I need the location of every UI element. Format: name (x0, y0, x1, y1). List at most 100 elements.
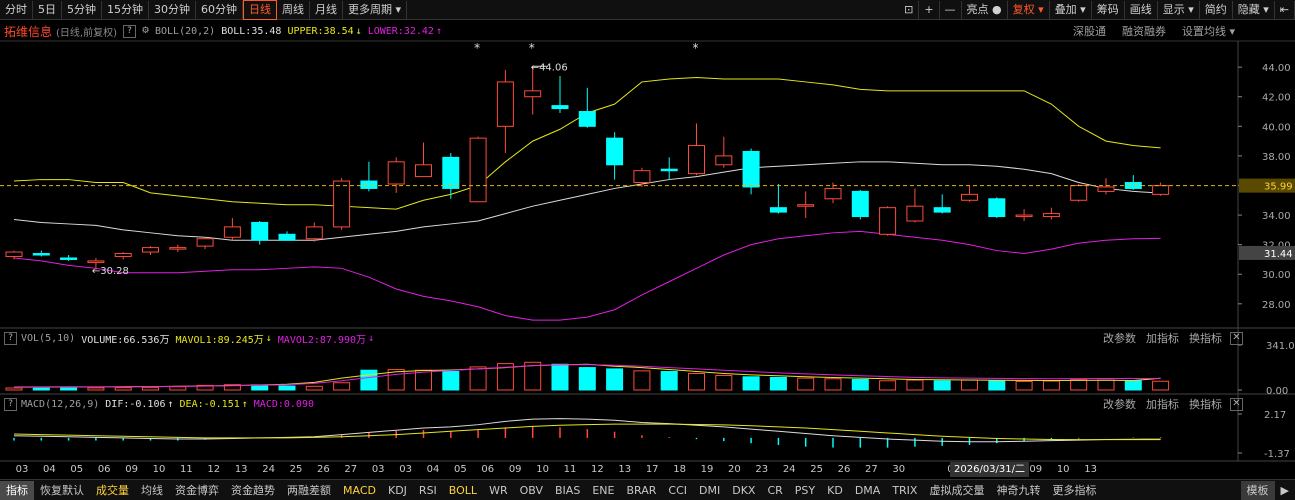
vol-close-icon[interactable]: ✕ (1230, 331, 1243, 345)
candle-body (333, 180, 351, 228)
scroll-right-icon[interactable]: ▶ (1275, 481, 1295, 500)
indicator-tab-24[interactable]: 虚拟成交量 (923, 481, 990, 500)
candle-body (524, 90, 542, 98)
volume-bar (879, 380, 897, 391)
indicator-tab-11[interactable]: WR (483, 481, 514, 500)
indicator-tab-25[interactable]: 神奇九转 (990, 481, 1046, 500)
indicator-tab-20[interactable]: PSY (789, 481, 821, 500)
volume-bar (142, 386, 159, 391)
indicator-tab-15[interactable]: BRAR (620, 481, 662, 500)
candle-body (251, 221, 269, 241)
macd-axis-label: -1.37 (1264, 449, 1290, 460)
volume-bar (169, 386, 187, 391)
min-price-label: ←30.28 (92, 266, 129, 277)
indicator-tab-10[interactable]: BOLL (443, 481, 483, 500)
date-label: 05 (454, 464, 467, 475)
volume-bar (1070, 379, 1088, 391)
volume-bar (469, 366, 487, 391)
indicator-tab-4[interactable]: 资金博弈 (169, 481, 225, 500)
indicator-tab-18[interactable]: DKX (726, 481, 761, 500)
price-tick-label: 40.00 (1262, 122, 1291, 133)
macd-help-icon[interactable]: ? (4, 397, 17, 411)
date-label: 12 (591, 464, 604, 475)
date-label: 13 (234, 464, 248, 475)
vol-indicator-name[interactable]: VOL(5,10) (21, 333, 75, 344)
candle-body (851, 190, 869, 218)
template-tab[interactable]: 模板 (1240, 480, 1275, 500)
indicator-tab-22[interactable]: DMA (849, 481, 887, 500)
indicator-tab-13[interactable]: BIAS (549, 481, 586, 500)
candle-body (278, 233, 296, 241)
date-label: 11 (180, 464, 193, 475)
candle-body (988, 198, 1006, 218)
price-tick-label: 30.00 (1262, 270, 1291, 281)
indicator-tab-8[interactable]: KDJ (382, 481, 413, 500)
volume-bar (1124, 380, 1142, 391)
volume-bar (333, 382, 351, 391)
candle-body (5, 251, 23, 257)
vol-change-params-button[interactable]: 改参数 (1103, 330, 1136, 346)
candle-body (496, 81, 514, 127)
date-label: 09 (1029, 464, 1043, 475)
candle-body (906, 205, 924, 222)
volume-bar (578, 367, 596, 391)
indicator-tab-3[interactable]: 均线 (135, 481, 169, 500)
stock-chart[interactable]: 44.0042.0040.0038.0036.0034.0032.0030.00… (0, 0, 1295, 500)
indicator-tab-26[interactable]: 更多指标 (1046, 481, 1102, 500)
up-arrow-icon: ↑ (167, 398, 174, 410)
indicator-tab-23[interactable]: TRIX (886, 481, 923, 500)
volume-bar (797, 377, 815, 391)
volume-bar (60, 387, 78, 391)
macd-switch-indicator-button[interactable]: 换指标 (1189, 396, 1222, 412)
date-label: 26 (837, 464, 851, 475)
current-price-label: 35.99 (1264, 182, 1293, 193)
candle-body (1070, 184, 1088, 201)
candle-body (32, 253, 50, 256)
vol-buttons: 改参数 加指标 换指标 ✕ (1093, 331, 1243, 345)
candle-body (442, 156, 460, 189)
date-label: 03 (15, 464, 29, 475)
indicator-tab-12[interactable]: OBV (514, 481, 549, 500)
candle-body (879, 207, 897, 235)
volume-bar (551, 363, 569, 391)
macd-add-indicator-button[interactable]: 加指标 (1146, 396, 1179, 412)
dea-value: DEA:-0.151 (179, 398, 240, 410)
price-tick-label: 34.00 (1262, 211, 1291, 222)
candle-body (360, 180, 378, 189)
indicator-tab-16[interactable]: CCI (662, 481, 693, 500)
indicator-tab-7[interactable]: MACD (337, 481, 382, 500)
candle-body (87, 260, 105, 263)
volume-bar (32, 387, 50, 391)
macd-axis-label: 2.17 (1264, 410, 1286, 421)
indicator-tab-6[interactable]: 两融差额 (281, 481, 337, 500)
candle-body (305, 226, 323, 240)
macd-indicator-name[interactable]: MACD(12,26,9) (21, 399, 99, 410)
indicator-tab-9[interactable]: RSI (413, 481, 443, 500)
vol-add-indicator-button[interactable]: 加指标 (1146, 330, 1179, 346)
indicator-tab-1[interactable]: 恢复默认 (34, 481, 90, 500)
indicator-tab-14[interactable]: ENE (586, 481, 620, 500)
volume-bar (688, 373, 705, 391)
date-label: 18 (673, 464, 686, 475)
indicator-tab-17[interactable]: DMI (693, 481, 726, 500)
boll-lower-line (13, 230, 1161, 321)
vol-switch-indicator-button[interactable]: 换指标 (1189, 330, 1222, 346)
indicator-tab-19[interactable]: CR (761, 481, 788, 500)
date-label: 09 (508, 464, 522, 475)
mavol2-value: MAVOL2:87.990万 (277, 334, 367, 346)
down-arrow-icon: ↓ (265, 332, 272, 344)
indicator-tab-5[interactable]: 资金趋势 (225, 481, 281, 500)
macd-close-icon[interactable]: ✕ (1230, 397, 1243, 411)
date-label: 04 (43, 464, 56, 475)
indicator-tab-21[interactable]: KD (821, 481, 849, 500)
vol-help-icon[interactable]: ? (4, 331, 17, 345)
candle-body (551, 105, 569, 110)
indicator-tab-2[interactable]: 成交量 (90, 481, 135, 500)
date-label: 06 (97, 464, 111, 475)
date-label: 03 (371, 464, 385, 475)
lower-price-label: 31.44 (1264, 249, 1293, 260)
event-marker-icon: * (693, 41, 699, 55)
candle-body (223, 226, 241, 238)
macd-change-params-button[interactable]: 改参数 (1103, 396, 1136, 412)
indicator-tab-0[interactable]: 指标 (0, 480, 34, 500)
